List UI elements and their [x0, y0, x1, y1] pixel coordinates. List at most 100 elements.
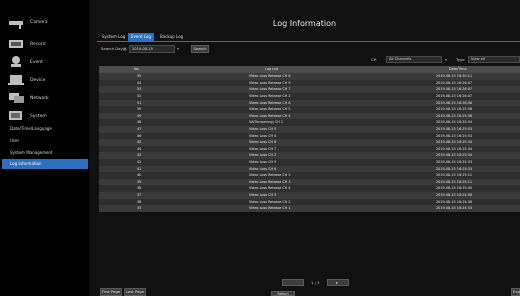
cell-date-time: 2019-08-15 16:25:34	[436, 140, 473, 145]
system-icon	[9, 111, 22, 120]
camera-icon	[9, 21, 23, 29]
table-row[interactable]: 50 Video Loss Release CH 5 2019-08-15 16:2…	[99, 106, 520, 113]
cell-date-time: 2019-08-15 16:24:33	[436, 206, 473, 211]
tab-underline	[97, 41, 520, 42]
table-row[interactable]: 43 Video Loss CH 2 2019-08-15 16:25:34	[99, 152, 520, 159]
next-page-button[interactable]: ▸	[327, 279, 349, 286]
table-row[interactable]: 35 Video Loss Release CH 1 2019-08-15 16:2…	[99, 205, 520, 212]
chevron-right-icon: ▸	[336, 280, 339, 285]
cell-log: Video Loss Release CH 6	[249, 74, 291, 79]
cell-no: 52	[137, 94, 142, 98]
cell-no: 40	[137, 173, 142, 178]
network-icon	[9, 93, 24, 103]
first-page-button[interactable]: First Page	[100, 288, 122, 296]
table-row[interactable]: 52 Video Loss Release CH 2 2019-08-15 16:2…	[99, 93, 520, 100]
sidebar-subitem-user[interactable]: User	[2, 136, 88, 146]
cell-log: Video Loss CH 6	[249, 166, 277, 171]
previous-page-button[interactable]	[282, 279, 304, 286]
table-row[interactable]: 53 Video Loss Release CH 7 2019-08-15 16:2…	[99, 86, 520, 93]
sidebar-subitem-system-management[interactable]: System Management	[2, 148, 88, 158]
sidebar-subitem-label: System Management	[10, 150, 53, 155]
cell-no: 51	[137, 100, 142, 105]
sidebar-item-label: Network	[30, 96, 49, 101]
sidebar: Camera Record Event Device Network Syste…	[0, 0, 89, 296]
table-row[interactable]: 37 Video Loss CH 3 2019-08-15 16:24:58	[99, 192, 520, 199]
sidebar-subitem-label: User	[10, 138, 20, 143]
channel-select-value: All Channels	[389, 57, 412, 61]
calendar-icon[interactable]: ▤	[123, 46, 127, 51]
ch-label: CH	[371, 57, 377, 62]
table-row[interactable]: 54 Video Loss Release CH 9 2019-08-15 16:2…	[99, 79, 520, 87]
cell-no: 38	[137, 186, 142, 191]
page-title: Log Information	[272, 19, 337, 28]
tab-backup-log[interactable]: Backup Log	[157, 33, 186, 41]
cell-date-time: 2019-08-15 16:25:53	[436, 127, 473, 131]
tab-event-log[interactable]: Event Log	[128, 33, 154, 41]
device-icon	[8, 75, 24, 85]
search-day-label: Search Day	[101, 46, 123, 51]
table-row[interactable]: 42 Video Loss CH 9 2019-08-15 16:25:33	[99, 159, 520, 166]
cell-log: Video Loss Release CH 4	[249, 113, 291, 118]
search-button[interactable]: Search	[191, 45, 209, 53]
table-row[interactable]: 48 VA(Tampering) CH 1 2019-08-15 16:25:54	[99, 119, 520, 126]
cell-no: 39	[137, 179, 142, 184]
cell-no: 44	[137, 146, 142, 151]
table-row[interactable]: 36 Video Loss Release CH 2 2019-08-15 16:2…	[99, 198, 520, 206]
return-button[interactable]: Return	[271, 291, 295, 296]
table-row[interactable]: 39 Video Loss Release CH 3 2019-08-15 16:2…	[99, 178, 520, 186]
cell-date-time: 2019-08-15 16:24:38	[436, 199, 473, 204]
table-row[interactable]: 44 Video Loss CH 7 2019-08-15 16:25:34	[99, 145, 520, 153]
table-row[interactable]: 38 Video Loss Release CH 4 2019-08-15 16:2…	[99, 185, 520, 192]
type-select[interactable]: View all	[468, 56, 520, 63]
dropdown-arrow-icon[interactable]: ▾	[177, 46, 179, 51]
chevron-down-icon[interactable]: ▾	[445, 57, 447, 62]
cell-date-time: 2019-08-15 16:25:11	[436, 179, 473, 184]
column-header-no: No.	[134, 67, 140, 71]
cell-no: 35	[137, 206, 142, 211]
cell-log: Video Loss Release CH 5	[249, 173, 291, 178]
cell-log: Video Loss CH 5	[249, 127, 277, 131]
tab-system-log[interactable]: System Log	[99, 33, 128, 41]
sidebar-subitem-log-information[interactable]: Log Information	[2, 159, 88, 169]
cell-date-time: 2019-08-15 16:25:34	[436, 153, 473, 158]
table-header: No. Log List Date/Time	[99, 66, 520, 73]
table-row[interactable]: 47 Video Loss CH 5 2019-08-15 16:25:53	[99, 126, 520, 133]
cell-date-time: 2019-08-15 16:25:53	[436, 133, 473, 138]
cell-no: 42	[137, 160, 142, 164]
table-row[interactable]: 45 Video Loss CH 8 2019-08-15 16:25:34	[99, 139, 520, 146]
table-row[interactable]: 40 Video Loss Release CH 5 2019-08-15 16:2…	[99, 172, 520, 179]
cell-log: Video Loss CH 3	[249, 193, 277, 197]
cell-no: 47	[137, 127, 142, 131]
table-row[interactable]: 41 Video Loss CH 6 2019-08-15 16:25:33	[99, 165, 520, 173]
cell-no: 53	[137, 87, 142, 92]
sidebar-item-label: System	[30, 114, 47, 119]
cell-date-time: 2019-08-15 16:25:58	[436, 107, 473, 112]
type-label: Type	[456, 57, 465, 62]
table-row[interactable]: 46 Video Loss CH 4 2019-08-15 16:25:53	[99, 132, 520, 140]
sidebar-subitem-date-time-language[interactable]: Date/Time/Language	[2, 124, 88, 134]
sidebar-item-label: Record	[30, 42, 46, 47]
cell-log: Video Loss Release CH 4	[249, 186, 291, 191]
sidebar-item-label: Event	[30, 60, 43, 65]
cell-log: Video Loss Release CH 3	[249, 179, 291, 184]
cell-date-time: 2019-08-15 16:30:11	[436, 74, 473, 79]
cell-no: 46	[137, 133, 142, 138]
table-row[interactable]: 51 Video Loss Release CH 8 2019-08-15 16:2…	[99, 99, 520, 107]
table-row[interactable]: 55 Video Loss Release CH 6 2019-08-15 16:3…	[99, 73, 520, 80]
search-date-field[interactable]: 2019-08-15	[129, 45, 175, 53]
sidebar-subitem-label: Date/Time/Language	[10, 126, 52, 131]
export-button[interactable]: Exp	[511, 288, 520, 296]
cell-date-time: 2019-08-15 16:24:58	[436, 193, 473, 197]
event-icon	[11, 56, 21, 67]
cell-log: VA(Tampering) CH 1	[249, 120, 284, 125]
cell-log: Video Loss CH 8	[249, 140, 277, 145]
cell-log: Video Loss Release CH 8	[249, 100, 291, 105]
cell-date-time: 2019-08-15 16:26:07	[436, 87, 473, 92]
screen: Camera Record Event Device Network Syste…	[0, 0, 520, 296]
cell-no: 41	[137, 166, 142, 171]
channel-select[interactable]: All Channels	[386, 56, 442, 63]
cell-log: Video Loss CH 2	[249, 153, 277, 158]
table-row[interactable]: 49 Video Loss Release CH 4 2019-08-15 16:2…	[99, 112, 520, 120]
cell-log: Video Loss Release CH 7	[249, 87, 291, 92]
last-page-button[interactable]: Last Page	[124, 288, 146, 296]
